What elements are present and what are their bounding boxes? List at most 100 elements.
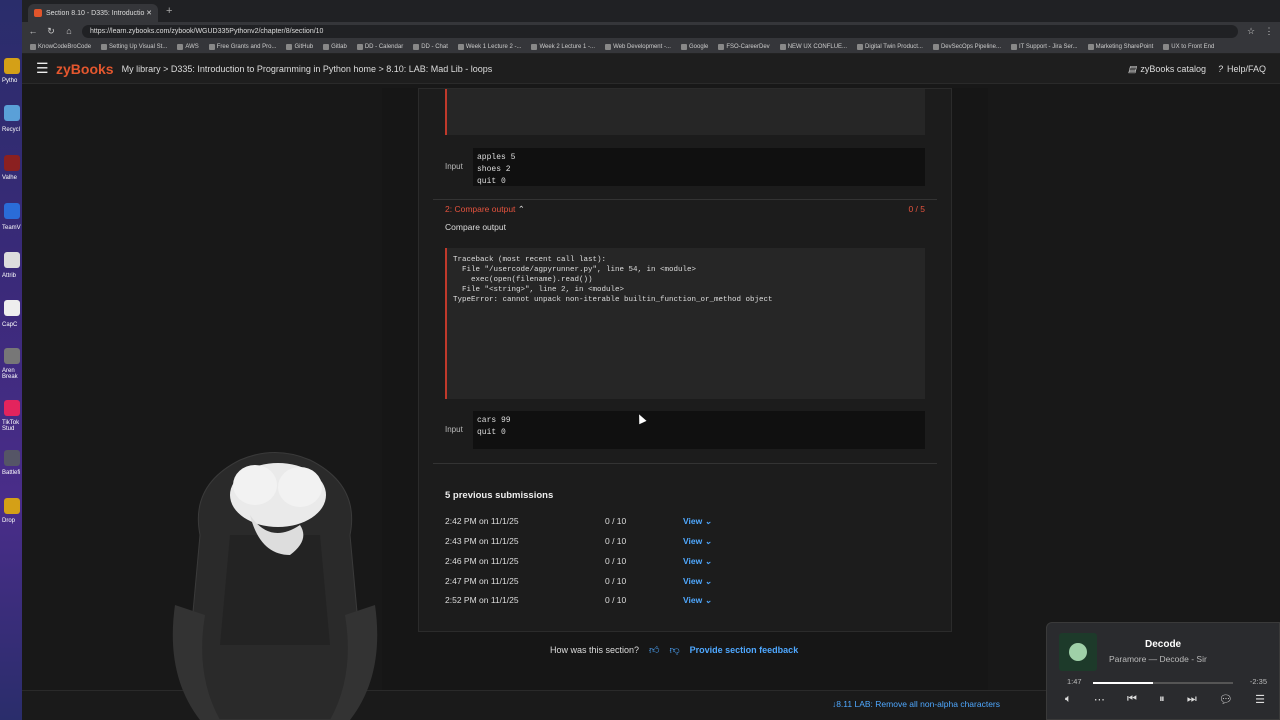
python-folder-icon[interactable] [4, 58, 20, 74]
bookmark-label: Week 1 Lecture 2 -... [465, 43, 522, 50]
teamviewer-icon[interactable] [4, 203, 20, 219]
bookmark-item[interactable]: Gitlab [323, 43, 347, 50]
bookmark-item[interactable]: Web Development -... [605, 43, 671, 50]
bookmark-item[interactable]: GitHub [286, 43, 313, 50]
breadcrumb[interactable]: My library > D335: Introduction to Progr… [122, 64, 493, 74]
help-link[interactable]: ? Help/FAQ [1218, 64, 1266, 74]
submission-row: 2:43 PM on 11/1/25 0 / 10 View ⌄ [445, 536, 745, 550]
bookmark-label: Web Development -... [613, 43, 671, 50]
bookmark-label: Google [688, 43, 709, 50]
pause-icon[interactable]: ⏸︎ [1159, 693, 1165, 706]
desktop-label: Battlefi [2, 470, 21, 476]
chevron-down-icon: ⌄ [704, 595, 712, 605]
bookmark-icon [605, 43, 612, 50]
bookmark-item[interactable]: AWS [177, 43, 199, 50]
reload-icon[interactable]: ↻ [46, 26, 56, 37]
arena-breakout-icon[interactable] [4, 348, 20, 364]
bookmark-item[interactable]: DD - Chat [413, 43, 448, 50]
bookmark-item[interactable]: NEW UX CONFLUE... [779, 43, 848, 50]
bookmark-item[interactable]: DevSecOps Pipeline... [932, 43, 1001, 50]
submission-score: 0 / 10 [605, 516, 627, 526]
previous-icon[interactable]: ⏮︎ [1127, 693, 1137, 706]
capcut-icon[interactable] [4, 300, 20, 316]
bookmark-icon [286, 43, 293, 50]
bookmark-label: Digital Twin Product... [865, 43, 923, 50]
star-icon[interactable]: ☆ [1246, 26, 1256, 37]
bookmark-label: UX to Front End [1171, 43, 1215, 50]
bookmark-item[interactable]: FSO-CareerDev [718, 43, 770, 50]
desktop-label: Drop [2, 518, 16, 524]
bookmark-item[interactable]: Free Grants and Pro... [208, 43, 277, 50]
feedback-link[interactable]: Provide section feedback [690, 645, 799, 655]
bookmark-item[interactable]: Google [680, 43, 709, 50]
view-button[interactable]: View ⌄ [683, 516, 712, 527]
recycle-bin-icon[interactable] [4, 105, 20, 121]
menu-dots-icon[interactable]: ⋮ [1264, 26, 1274, 37]
queue-icon[interactable]: ☰ [1255, 693, 1265, 706]
input-label: Input [445, 425, 463, 434]
progress-bar[interactable] [1093, 682, 1233, 684]
valheim-icon[interactable] [4, 155, 20, 171]
bookmark-item[interactable]: KnowCodeBroCode [30, 43, 92, 50]
bookmark-item[interactable]: UX to Front End [1163, 43, 1215, 50]
drop-folder-icon[interactable] [4, 498, 20, 514]
next-section-link[interactable]: ↓8.11 LAB: Remove all non-alpha characte… [832, 699, 1000, 709]
test1-input-row: Input apples 5 shoes 2 quit 0 [445, 148, 925, 186]
compare-output-toggle[interactable]: 2: Compare output ⌃ [445, 204, 525, 215]
next-icon[interactable]: ⏭︎ [1187, 693, 1197, 706]
bookmark-icon [779, 43, 786, 50]
view-button[interactable]: View ⌄ [683, 556, 712, 567]
bookmark-label: NEW UX CONFLUE... [787, 43, 848, 50]
home-icon[interactable]: ⌂ [64, 26, 74, 36]
bookmark-label: KnowCodeBroCode [38, 43, 92, 50]
track-artist: Paramore — Decode - Sir [1109, 654, 1207, 664]
submission-score: 0 / 10 [605, 536, 627, 546]
browser-tab[interactable]: Section 8.10 - D335: Introductio ✕ [28, 4, 158, 22]
media-controls: 🔈︎ ⋯ ⏮︎ ⏸︎ ⏭︎ 💬︎ ☰ [1065, 693, 1265, 706]
attrib-icon[interactable] [4, 252, 20, 268]
bookmark-item[interactable]: DD - Calendar [356, 43, 403, 50]
chevron-down-icon: ⌄ [704, 516, 712, 526]
hamburger-menu-icon[interactable]: ☰ [36, 60, 49, 77]
bookmark-label: Week 2 Lecture 1 -... [539, 43, 596, 50]
bookmark-icon [457, 43, 464, 50]
submission-time: 2:52 PM on 11/1/25 [445, 595, 519, 605]
more-icon[interactable]: ⋯ [1094, 693, 1105, 706]
bookmark-icon [531, 43, 538, 50]
bookmark-item[interactable]: Week 1 Lecture 2 -... [457, 43, 522, 50]
desktop-label: Attrib [2, 273, 17, 279]
thumbs-up-icon[interactable]: 👍︎ [649, 644, 659, 656]
bookmark-item[interactable]: IT Support - Jira Ser... [1010, 43, 1078, 50]
bookmark-item[interactable]: Marketing SharePoint [1087, 43, 1153, 50]
submission-row: 2:46 PM on 11/1/25 0 / 10 View ⌄ [445, 556, 745, 570]
view-button[interactable]: View ⌄ [683, 536, 712, 547]
submission-score: 0 / 10 [605, 595, 627, 605]
url-input[interactable]: https://learn.zybooks.com/zybook/WGUD335… [82, 24, 1238, 38]
submission-row: 2:47 PM on 11/1/25 0 / 10 View ⌄ [445, 576, 745, 590]
bookmark-item[interactable]: Setting Up Visual St... [101, 43, 167, 50]
battlefield-icon[interactable] [4, 450, 20, 466]
bookmark-item[interactable]: Digital Twin Product... [857, 43, 923, 50]
desktop-label: Valhe [2, 175, 17, 181]
chevron-down-icon: ⌄ [704, 576, 712, 586]
zybooks-logo[interactable]: zyBooks [56, 61, 114, 77]
catalog-link[interactable]: ▤ zyBooks catalog [1128, 64, 1206, 75]
bookmarks-bar: KnowCodeBroCode Setting Up Visual St... AW… [22, 40, 1280, 54]
submission-score: 0 / 10 [605, 556, 627, 566]
tiktok-studio-icon[interactable] [4, 400, 20, 416]
bookmark-item[interactable]: Week 2 Lecture 1 -... [531, 43, 596, 50]
bookmark-label: DevSecOps Pipeline... [940, 43, 1001, 50]
bookmark-label: Free Grants and Pro... [216, 43, 277, 50]
thumbs-down-icon[interactable]: 👎︎ [670, 644, 680, 656]
test2-score: 0 / 5 [908, 204, 925, 214]
new-tab-icon[interactable]: + [166, 5, 172, 17]
lyrics-icon[interactable]: 💬︎ [1219, 693, 1233, 706]
view-button[interactable]: View ⌄ [683, 576, 712, 587]
volume-icon[interactable]: 🔈︎ [1065, 693, 1072, 706]
back-icon[interactable]: ← [28, 26, 38, 36]
bookmark-icon [857, 43, 864, 50]
close-tab-icon[interactable]: ✕ [146, 9, 152, 17]
desktop-label: Recycl [2, 127, 21, 133]
view-button[interactable]: View ⌄ [683, 595, 712, 606]
zybooks-favicon-icon [34, 9, 42, 17]
